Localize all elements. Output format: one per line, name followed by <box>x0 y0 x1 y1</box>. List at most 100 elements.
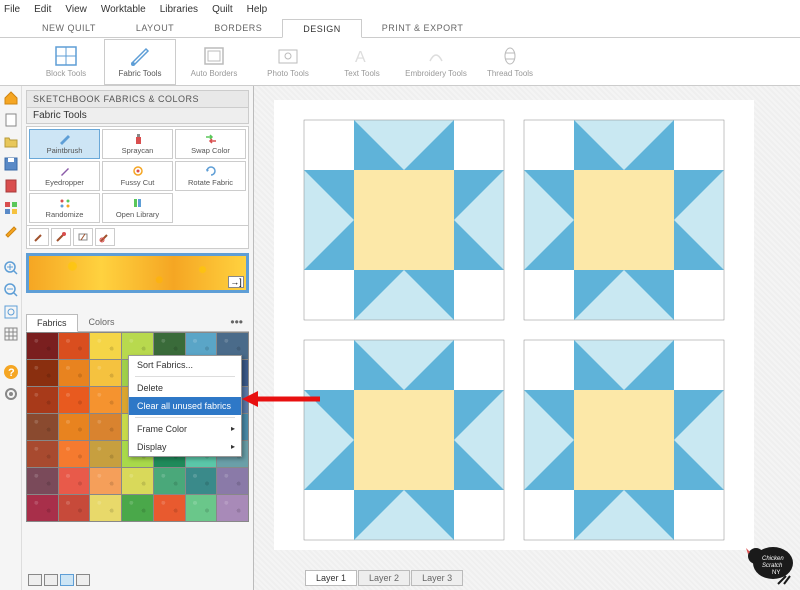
zoom-fit-icon[interactable] <box>3 304 19 320</box>
left-toolbar: ? <box>0 86 22 590</box>
save-icon[interactable] <box>3 156 19 172</box>
current-fabric-swatch[interactable]: →] <box>26 253 249 293</box>
fabric-tool-grid: Paintbrush Spraycan Swap Color Eyedroppe… <box>26 126 249 226</box>
fabric-swatch[interactable] <box>27 441 58 467</box>
tab-colors[interactable]: Colors <box>78 313 126 331</box>
tab-borders[interactable]: BORDERS <box>194 18 282 37</box>
menu-view[interactable]: View <box>65 4 87 15</box>
context-menu: Sort Fabrics... Delete Clear all unused … <box>128 355 242 457</box>
menu-libraries[interactable]: Libraries <box>160 4 198 15</box>
palette-menu-icon[interactable]: ••• <box>230 315 243 329</box>
layer-tab-3[interactable]: Layer 3 <box>411 570 463 586</box>
fabric-swatch[interactable] <box>27 468 58 494</box>
fabric-swatch[interactable] <box>122 468 153 494</box>
zoom-in-icon[interactable] <box>3 260 19 276</box>
fabric-swatch[interactable] <box>59 333 90 359</box>
tool-open-library[interactable]: Open Library <box>102 193 173 223</box>
help-icon[interactable]: ? <box>3 364 19 380</box>
fabric-swatch[interactable] <box>90 360 121 386</box>
tool-spraycan[interactable]: Spraycan <box>102 129 173 159</box>
canvas-area[interactable] <box>254 86 800 590</box>
pencil-icon[interactable] <box>3 222 19 238</box>
fabric-swatch[interactable] <box>27 360 58 386</box>
mini-tool-4[interactable] <box>95 228 115 246</box>
cm-clear-unused[interactable]: Clear all unused fabrics <box>129 397 241 415</box>
ribbon-embroidery-tools[interactable]: Embroidery Tools <box>400 39 472 85</box>
view-mode-4[interactable] <box>76 574 90 586</box>
mini-tool-2[interactable] <box>51 228 71 246</box>
fabric-swatch[interactable] <box>27 387 58 413</box>
fabric-swatch[interactable] <box>27 414 58 440</box>
home-icon[interactable] <box>3 90 19 106</box>
tool-rotate-fabric[interactable]: Rotate Fabric <box>175 161 246 191</box>
fabric-swatch[interactable] <box>186 468 217 494</box>
fabric-swatch[interactable] <box>154 468 185 494</box>
palette-tabs: Fabrics Colors ••• <box>26 313 249 332</box>
fabric-swatch[interactable] <box>90 468 121 494</box>
palette-icon[interactable] <box>3 200 19 216</box>
tool-eyedropper[interactable]: Eyedropper <box>29 161 100 191</box>
sketchbook-icon[interactable] <box>3 178 19 194</box>
fabric-swatch[interactable] <box>59 468 90 494</box>
view-mode-1[interactable] <box>28 574 42 586</box>
open-icon[interactable] <box>3 134 19 150</box>
fabric-swatch[interactable] <box>27 495 58 521</box>
menu-file[interactable]: File <box>4 4 20 15</box>
fabric-swatch[interactable] <box>90 414 121 440</box>
view-mode-2[interactable] <box>44 574 58 586</box>
auto-borders-icon <box>202 45 226 67</box>
ribbon-block-tools[interactable]: Block Tools <box>30 39 102 85</box>
cm-sort-fabrics[interactable]: Sort Fabrics... <box>129 356 241 374</box>
fabric-swatch[interactable] <box>90 333 121 359</box>
tab-print-export[interactable]: PRINT & EXPORT <box>362 18 484 37</box>
tab-fabrics[interactable]: Fabrics <box>26 314 78 332</box>
fabric-swatch[interactable] <box>217 468 248 494</box>
zoom-out-icon[interactable] <box>3 282 19 298</box>
tool-fussy-cut[interactable]: Fussy Cut <box>102 161 173 191</box>
fabric-swatch[interactable] <box>154 495 185 521</box>
fabric-swatch[interactable] <box>59 441 90 467</box>
menu-help[interactable]: Help <box>247 4 268 15</box>
text-tools-icon: A <box>350 45 374 67</box>
fabric-swatch[interactable] <box>90 495 121 521</box>
fabric-swatch[interactable] <box>59 495 90 521</box>
thread-tools-icon <box>498 45 522 67</box>
swatch-expand-icon[interactable]: →] <box>228 276 244 288</box>
gear-icon[interactable] <box>3 386 19 402</box>
fabric-swatch[interactable] <box>90 387 121 413</box>
cm-display[interactable]: Display <box>129 438 241 456</box>
embroidery-tools-icon <box>424 45 448 67</box>
ribbon-text-tools[interactable]: AText Tools <box>326 39 398 85</box>
view-mode-3[interactable] <box>60 574 74 586</box>
mini-tool-3[interactable] <box>73 228 93 246</box>
ribbon-auto-borders[interactable]: Auto Borders <box>178 39 250 85</box>
fabric-swatch[interactable] <box>59 414 90 440</box>
grid-icon[interactable] <box>3 326 19 342</box>
tool-randomize[interactable]: Randomize <box>29 193 100 223</box>
tab-design[interactable]: DESIGN <box>282 19 362 38</box>
cm-delete[interactable]: Delete <box>129 379 241 397</box>
ribbon-photo-tools[interactable]: Photo Tools <box>252 39 324 85</box>
tab-new-quilt[interactable]: NEW QUILT <box>22 18 116 37</box>
menu-worktable[interactable]: Worktable <box>101 4 146 15</box>
tab-layout[interactable]: LAYOUT <box>116 18 194 37</box>
svg-text:?: ? <box>8 367 15 379</box>
ribbon-fabric-tools[interactable]: Fabric Tools <box>104 39 176 85</box>
fabric-swatch[interactable] <box>90 441 121 467</box>
layer-tab-1[interactable]: Layer 1 <box>305 570 357 586</box>
menu-quilt[interactable]: Quilt <box>212 4 233 15</box>
fabric-swatch[interactable] <box>122 495 153 521</box>
new-icon[interactable] <box>3 112 19 128</box>
menu-edit[interactable]: Edit <box>34 4 51 15</box>
mini-tool-1[interactable] <box>29 228 49 246</box>
cm-frame-color[interactable]: Frame Color <box>129 420 241 438</box>
fabric-swatch[interactable] <box>217 495 248 521</box>
fabric-swatch[interactable] <box>59 387 90 413</box>
ribbon-thread-tools[interactable]: Thread Tools <box>474 39 546 85</box>
fabric-swatch[interactable] <box>27 333 58 359</box>
fabric-swatch[interactable] <box>59 360 90 386</box>
fabric-swatch[interactable] <box>186 495 217 521</box>
tool-paintbrush[interactable]: Paintbrush <box>29 129 100 159</box>
layer-tab-2[interactable]: Layer 2 <box>358 570 410 586</box>
tool-swap-color[interactable]: Swap Color <box>175 129 246 159</box>
